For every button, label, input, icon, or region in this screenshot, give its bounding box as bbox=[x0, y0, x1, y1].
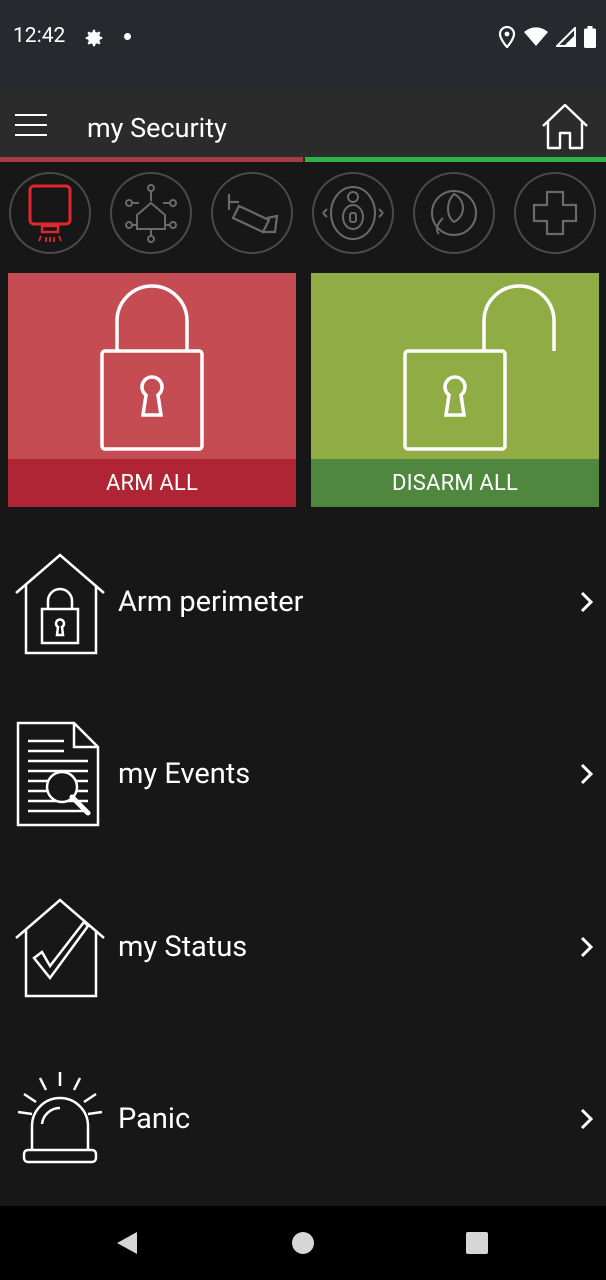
app-bar: my Security bbox=[0, 90, 606, 162]
category-security-panel[interactable] bbox=[9, 172, 91, 254]
plus-icon bbox=[532, 190, 578, 236]
status-time: 12:42 bbox=[13, 24, 66, 48]
lock-open-icon bbox=[403, 284, 556, 451]
list-item-label: Arm perimeter bbox=[118, 585, 304, 619]
home-icon[interactable] bbox=[540, 102, 590, 154]
notification-dot bbox=[124, 33, 131, 40]
page-title: my Security bbox=[87, 112, 227, 144]
camera-icon bbox=[227, 194, 279, 234]
chevron-right-icon bbox=[580, 936, 594, 962]
list-item-label: my Status bbox=[118, 930, 248, 964]
list-item-arm-perimeter[interactable]: Arm perimeter bbox=[0, 545, 606, 665]
wifi-icon bbox=[524, 27, 548, 51]
status-icons bbox=[498, 25, 596, 52]
category-bar bbox=[0, 168, 606, 264]
category-doorbell[interactable] bbox=[312, 172, 394, 254]
lock-closed-icon bbox=[100, 284, 204, 451]
house-check-icon bbox=[14, 896, 106, 1004]
recents-button[interactable] bbox=[466, 1232, 488, 1258]
list-item-my-status[interactable]: my Status bbox=[0, 890, 606, 1010]
back-button[interactable] bbox=[116, 1231, 138, 1259]
tab-indicator-red bbox=[0, 157, 303, 162]
category-camera[interactable] bbox=[211, 172, 293, 254]
arm-all-button[interactable]: ARM ALL bbox=[8, 273, 296, 507]
battery-icon bbox=[584, 26, 596, 52]
energy-icon bbox=[431, 190, 477, 236]
chevron-right-icon bbox=[580, 1108, 594, 1134]
home-nav-button[interactable] bbox=[291, 1231, 315, 1259]
navigation-bar bbox=[0, 1206, 606, 1280]
gear-icon bbox=[83, 27, 105, 53]
category-smart-home[interactable] bbox=[110, 172, 192, 254]
cell-signal-icon bbox=[554, 25, 576, 51]
tab-indicator-green bbox=[305, 157, 606, 162]
security-panel-icon bbox=[28, 184, 72, 242]
category-energy[interactable] bbox=[413, 172, 495, 254]
location-icon bbox=[498, 25, 516, 52]
doorbell-icon bbox=[322, 186, 384, 240]
list-item-my-events[interactable]: my Events bbox=[0, 717, 606, 837]
chevron-right-icon bbox=[580, 591, 594, 617]
disarm-all-label: DISARM ALL bbox=[311, 459, 599, 507]
status-bar: 12:42 bbox=[0, 0, 606, 90]
chevron-right-icon bbox=[580, 763, 594, 789]
siren-icon bbox=[14, 1068, 106, 1172]
list-item-label: my Events bbox=[118, 757, 251, 791]
category-add[interactable] bbox=[514, 172, 596, 254]
document-search-icon bbox=[14, 719, 110, 833]
disarm-all-button[interactable]: DISARM ALL bbox=[311, 273, 599, 507]
hamburger-menu-icon[interactable] bbox=[15, 114, 47, 138]
list-item-label: Panic bbox=[118, 1102, 191, 1136]
house-lock-icon bbox=[14, 551, 106, 659]
smart-home-network-icon bbox=[125, 184, 177, 243]
list-item-panic[interactable]: Panic bbox=[0, 1062, 606, 1182]
arm-all-label: ARM ALL bbox=[8, 459, 296, 507]
